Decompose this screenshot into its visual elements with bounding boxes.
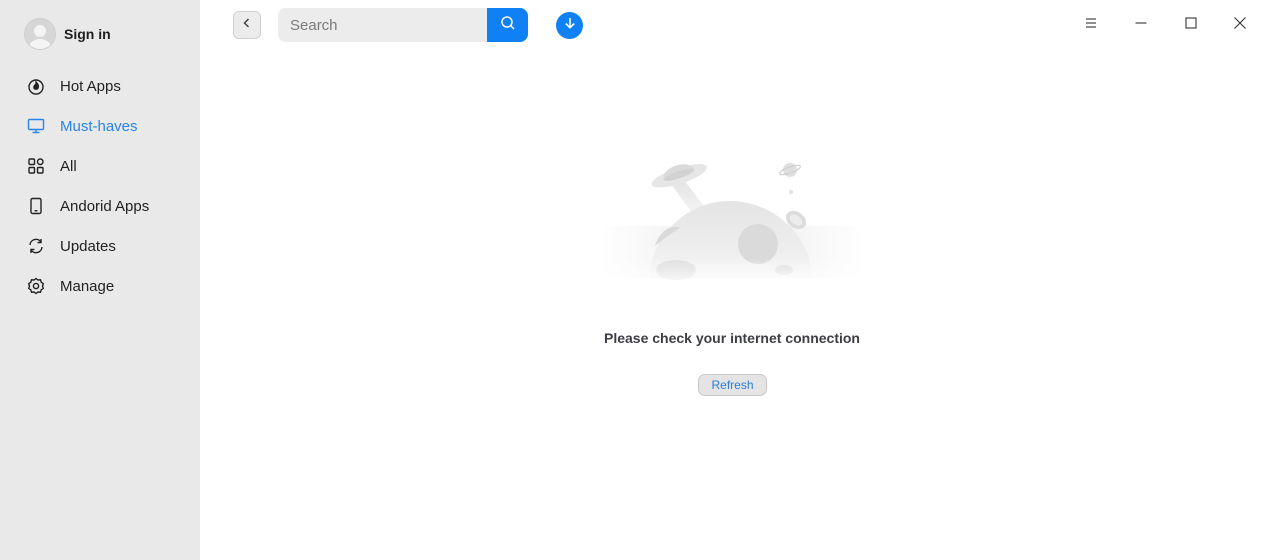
refresh-icon [26,236,46,256]
monitor-icon [26,116,46,136]
sidebar-item-label: Hot Apps [60,77,121,95]
close-button[interactable] [1227,12,1253,38]
chevron-left-icon [241,16,253,34]
refresh-button[interactable]: Refresh [698,374,767,396]
avatar [24,18,56,50]
back-button[interactable] [233,11,261,39]
maximize-button[interactable] [1178,12,1204,38]
minimize-icon [1134,16,1148,35]
search-button[interactable] [487,8,528,42]
download-arrow-icon [563,16,577,35]
phone-icon [26,196,46,216]
connection-error-message: Please check your internet connection [604,330,860,346]
minimize-button[interactable] [1128,12,1154,38]
sidebar-item-manage[interactable]: Manage [0,266,200,306]
menu-button[interactable] [1078,12,1104,38]
sidebar: Sign in Hot Apps Must-haves All Andorid … [0,0,200,560]
sidebar-item-label: Andorid Apps [60,197,150,215]
grid-icon [26,156,46,176]
fire-icon [26,76,46,96]
sidebar-item-all[interactable]: All [0,146,200,186]
download-button[interactable] [556,12,583,39]
sidebar-item-label: Updates [60,237,116,255]
sidebar-item-android-apps[interactable]: Andorid Apps [0,186,200,226]
sign-in-button[interactable]: Sign in [24,18,111,50]
sign-in-label: Sign in [64,26,111,42]
app-window: Sign in Hot Apps Must-haves All Andorid … [0,0,1265,560]
search-input[interactable] [278,8,487,42]
sidebar-item-updates[interactable]: Updates [0,226,200,266]
sidebar-nav: Hot Apps Must-haves All Andorid Apps Upd… [0,66,200,306]
sidebar-item-hot-apps[interactable]: Hot Apps [0,66,200,106]
search-box [278,8,528,42]
sidebar-item-label: Manage [60,277,115,295]
menu-icon [1084,16,1098,35]
no-connection-illustration [600,148,865,288]
sidebar-item-label: All [60,157,77,175]
gear-icon [26,276,46,296]
maximize-icon [1184,16,1198,35]
sidebar-item-must-haves[interactable]: Must-haves [0,106,200,146]
sidebar-item-label: Must-haves [60,117,138,135]
close-icon [1233,16,1247,35]
search-icon [500,15,516,36]
